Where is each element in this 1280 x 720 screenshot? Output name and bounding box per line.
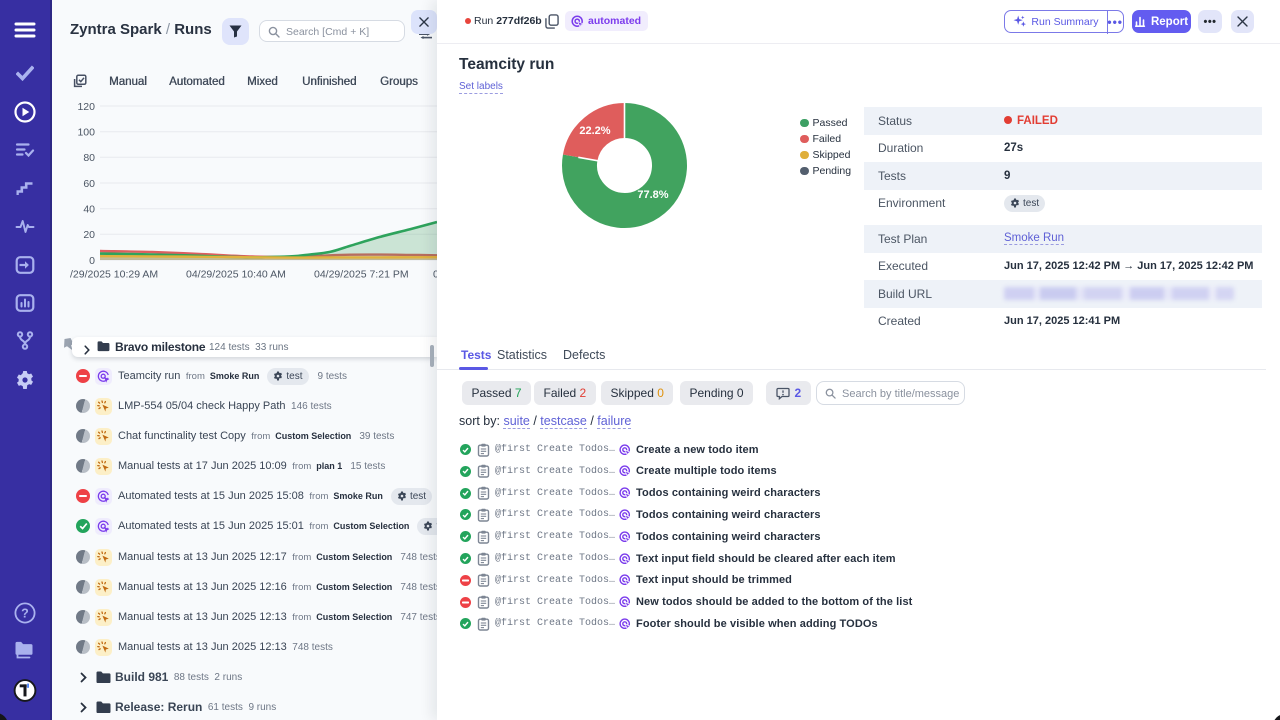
svg-text:20: 20 xyxy=(83,229,95,241)
svg-text:80: 80 xyxy=(83,152,95,164)
svg-text:120: 120 xyxy=(77,101,95,113)
svg-text:100: 100 xyxy=(77,127,95,139)
svg-text:/29/2025 10:29 AM: /29/2025 10:29 AM xyxy=(70,269,158,281)
svg-text:?: ? xyxy=(21,607,29,621)
svg-text:0: 0 xyxy=(89,255,95,267)
svg-text:04/29/2025 7:21 PM: 04/29/2025 7:21 PM xyxy=(314,269,409,281)
svg-text:04/29/2025 10:40 AM: 04/29/2025 10:40 AM xyxy=(186,269,286,281)
svg-text:77.8%: 77.8% xyxy=(637,189,668,201)
svg-text:40: 40 xyxy=(83,204,95,216)
svg-text:22.2%: 22.2% xyxy=(579,125,610,137)
svg-text:60: 60 xyxy=(83,178,95,190)
